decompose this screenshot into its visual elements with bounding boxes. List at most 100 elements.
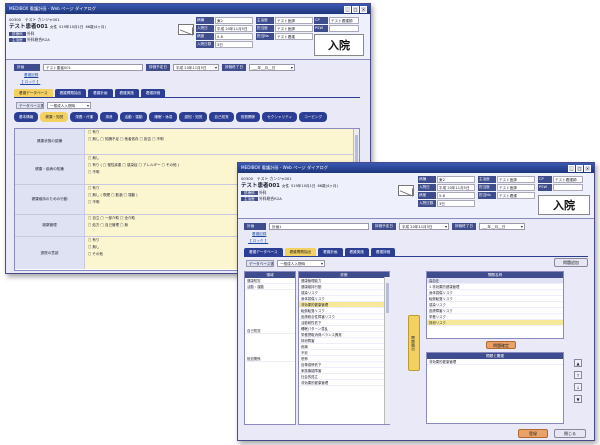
info-label: 主治医 <box>478 176 496 183</box>
tab-practice[interactable]: 看護実施 <box>344 248 369 256</box>
tab-database[interactable]: 看護データベース <box>14 89 53 97</box>
date-select[interactable]: 平成 20年11月5日 <box>172 64 219 71</box>
title-bar: MEDIBOX 看護計画 - Web ページ ダイアログ _ □ × <box>6 4 370 14</box>
tab-evaluation[interactable]: 看護評価 <box>370 248 396 256</box>
close-button[interactable]: 閉じる <box>554 429 586 438</box>
category-button[interactable]: 睡眠・休息 <box>149 112 178 122</box>
tab-plan[interactable]: 看護計画 <box>88 89 113 97</box>
minimize-icon[interactable]: _ <box>344 5 351 13</box>
category-item[interactable]: 役割関係 <box>245 356 295 362</box>
chevron-up-icon[interactable]: ▲ <box>574 359 582 367</box>
close-icon[interactable]: × <box>360 5 367 13</box>
info-value <box>329 25 359 32</box>
form-option[interactable]: □ 有り <box>88 130 356 135</box>
doctor-value: 外科総合R2A <box>259 196 282 201</box>
nursing-plan-window-front: MEDIBOX 看護計画 - Web ページ ダイアログ _ □ × 00300… <box>237 162 595 441</box>
maximize-icon[interactable]: □ <box>576 164 583 172</box>
form-label: 健康・疾病の知識 <box>15 155 85 184</box>
minimize-icon[interactable]: _ <box>568 164 575 172</box>
plan-input[interactable]: 計画1 <box>269 223 369 230</box>
category-button[interactable]: 基本情報 <box>14 112 39 122</box>
patient-header: 00300 テスト カンジャ001 テスト患者001 女性 S19年10月1日 … <box>6 14 370 60</box>
tab-database[interactable]: 看護データベース <box>244 248 283 256</box>
db-select[interactable]: 一般成人入院時 <box>277 260 325 267</box>
category-button[interactable]: 活動・運動 <box>119 112 148 122</box>
info-label: 担当医 <box>478 184 496 191</box>
problem-list-panel: 問題名称 高血圧 1 非効果的健康管理 身体損傷リスク 転倒転落リスク 感染リス… <box>426 271 564 339</box>
arrow-down-icon[interactable]: ↓ <box>574 383 582 391</box>
category-button[interactable]: 役割関係 <box>235 112 261 122</box>
category-button[interactable]: コーピング <box>299 112 328 122</box>
close-icon[interactable]: × <box>584 164 591 172</box>
eval-date-select[interactable]: ___年__月__日 <box>248 64 295 71</box>
confirm-problem-button[interactable]: 問題確定 <box>486 341 516 349</box>
doctor-label: 主治医 <box>9 38 26 42</box>
form-option[interactable]: □ 無し □ 知識不足 □ 他者依存 □ 拒否 □ 不明 <box>88 137 356 142</box>
patient-header: 00300 テスト カンジャ001 テスト患者001 女性 S19年10月1日 … <box>238 173 594 219</box>
info-value: テスト看護師 <box>329 17 359 24</box>
db-select[interactable]: 一般成人入院時 <box>47 102 91 109</box>
patient-birth: S19年10月1日 <box>291 184 316 188</box>
patient-age: 66歳(4ヶ月) <box>85 25 106 29</box>
tab-evaluation[interactable]: 看護評価 <box>140 89 166 97</box>
category-button[interactable]: セクシャリティ <box>262 112 298 122</box>
category-button[interactable]: 栄養・代謝 <box>70 112 99 122</box>
mail-icon[interactable] <box>398 185 414 196</box>
form-option[interactable]: □ 無し <box>88 156 356 161</box>
maximize-icon[interactable]: □ <box>352 5 359 13</box>
info-label: 病室 <box>196 33 214 40</box>
info-label: 入院日 <box>418 184 436 191</box>
form-row: 健康状態の認識 □ 有り □ 無し □ 知識不足 □ 他者依存 □ 拒否 □ 不明 <box>15 129 359 155</box>
problem-item-selected[interactable]: 排泄リスク <box>427 320 563 326</box>
category-button[interactable]: 認知・知覚 <box>179 112 208 122</box>
add-problem-button[interactable]: 問題追加 <box>554 258 588 267</box>
admission-badge: 入院 <box>314 34 364 56</box>
diagnosis-item[interactable]: 非効果的健康管理 <box>299 380 389 386</box>
eval-date-select[interactable]: ___年__月__日 <box>478 223 525 230</box>
date-select[interactable]: 平成 20年11月5日 <box>398 223 449 230</box>
register-button[interactable]: 登録 <box>518 429 548 438</box>
diagnosis-scrollbar[interactable] <box>384 277 390 424</box>
nursing-record-link[interactable]: 看護記録 <box>252 232 266 237</box>
category-buttons: 基本情報 健康・知覚 栄養・代謝 排泄 活動・運動 睡眠・休息 認知・知覚 自己… <box>14 112 328 122</box>
chevron-down-icon[interactable]: ▼ <box>574 395 582 403</box>
arrow-up-icon[interactable]: ↑ <box>574 371 582 379</box>
info-value: テスト看護師 <box>553 176 583 183</box>
lock-link[interactable]: 【 ロック 】 <box>248 239 268 244</box>
diagnosis-panel: 診断 健康管理能力 健康維持行動 感染リスク 身体損傷リスク 非効果的健康管理 … <box>298 271 390 425</box>
info-value: 5-8 <box>215 33 253 40</box>
patient-kana: テスト カンジャ001 <box>256 176 292 181</box>
category-button[interactable]: 健康・知覚 <box>40 112 69 122</box>
category-item[interactable]: 自己知覚 <box>245 328 295 334</box>
window-title: MEDIBOX 看護計画 - Web ページ ダイアログ <box>9 6 96 11</box>
tab-problem[interactable]: 看護問題抽出 <box>284 248 317 256</box>
category-button[interactable]: 自己知覚 <box>209 112 234 122</box>
related-panel: 問題と関連 非効果的健康管理 <box>426 352 564 424</box>
info-value: 平成 20年11月5日 <box>215 25 253 32</box>
info-label: 担当Ns <box>478 192 496 199</box>
title-bar: MEDIBOX 看護計画 - Web ページ ダイアログ _ □ × <box>238 163 594 173</box>
mail-icon[interactable] <box>178 24 194 35</box>
info-label: 主治医 <box>256 17 274 24</box>
patient-age: 66歳(4ヶ月) <box>317 184 338 188</box>
patient-birth: S19年10月1日 <box>59 25 84 29</box>
info-label: 入院日数 <box>196 41 214 48</box>
lock-link[interactable]: 【 ロック 】 <box>20 80 40 85</box>
tab-problem[interactable]: 看護問題抽出 <box>54 89 87 97</box>
extract-problem-button[interactable]: 問題抽出 <box>408 315 420 371</box>
info-value: 3日 <box>215 41 253 48</box>
nursing-record-link[interactable]: 看護記録 <box>24 73 38 78</box>
plan-input[interactable]: テスト患者001 <box>43 64 143 71</box>
info-value: 東2 <box>215 17 253 24</box>
info-label: CP <box>314 17 328 24</box>
tab-divider <box>14 97 360 98</box>
info-label: PSW <box>538 184 552 191</box>
tab-practice[interactable]: 看護実施 <box>114 89 139 97</box>
category-item[interactable]: 活動・運動 <box>245 284 295 290</box>
info-value: 5-8 <box>437 192 475 199</box>
tab-plan[interactable]: 看護計画 <box>318 248 343 256</box>
category-button[interactable]: 排泄 <box>100 112 118 122</box>
staff-info: 主治医 テスト医師 担当医 テスト医師 担当Ns テスト看護 <box>256 17 313 40</box>
info-label: PSW <box>314 25 328 32</box>
related-item[interactable]: 非効果的健康管理 <box>427 359 563 365</box>
